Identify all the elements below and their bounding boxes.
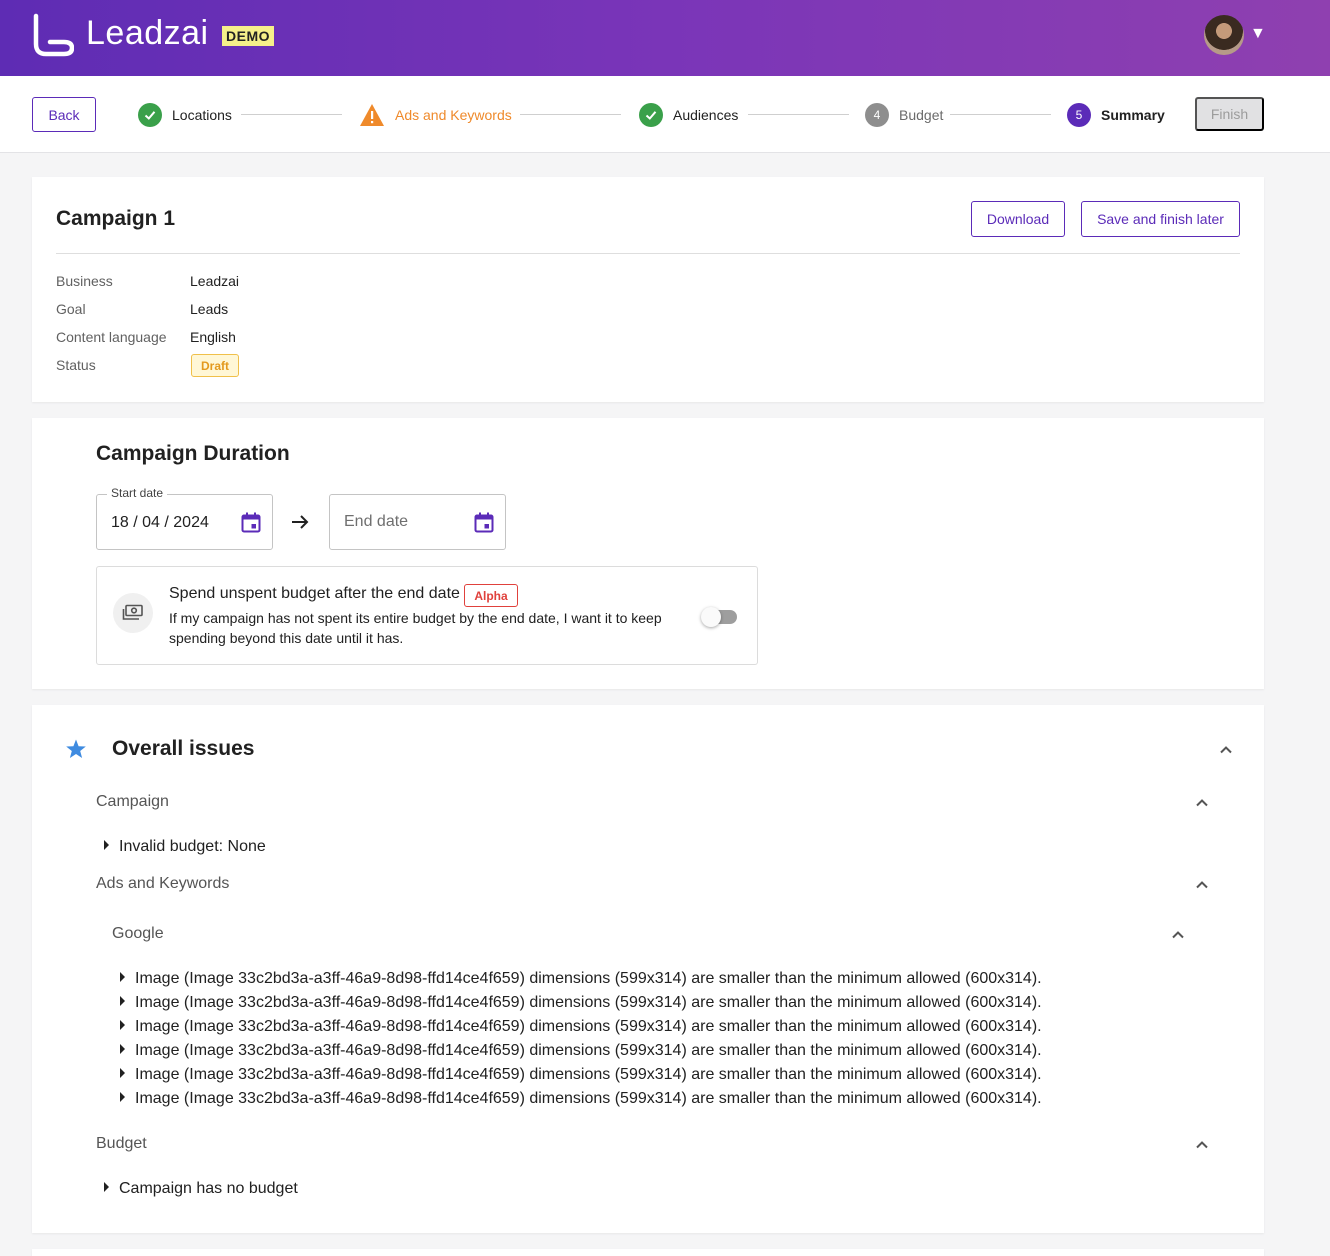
download-button[interactable]: Download: [971, 201, 1065, 237]
step-connector: [520, 114, 621, 115]
leadzai-logo-icon: [33, 13, 74, 57]
issue-item: Image (Image 33c2bd3a-a3ff-46a9-8d98-ffd…: [120, 1018, 1042, 1036]
start-date-value: 18 / 04 / 2024: [111, 514, 209, 531]
issue-item: Campaign has no budget: [104, 1180, 298, 1198]
caret-right-icon: [120, 1020, 125, 1030]
chevron-up-icon[interactable]: [1171, 930, 1185, 939]
goal-value: Leads: [190, 301, 229, 317]
issues-title: Overall issues: [112, 737, 255, 760]
check-icon: [639, 103, 663, 127]
issue-item: Image (Image 33c2bd3a-a3ff-46a9-8d98-ffd…: [120, 1066, 1042, 1084]
alpha-badge: Alpha: [464, 584, 518, 607]
step-budget[interactable]: 4 Budget: [865, 102, 943, 128]
issue-item: Image (Image 33c2bd3a-a3ff-46a9-8d98-ffd…: [120, 1090, 1042, 1108]
step-number: 5: [1067, 103, 1091, 127]
issue-item: Image (Image 33c2bd3a-a3ff-46a9-8d98-ffd…: [120, 1042, 1042, 1060]
step-locations[interactable]: Locations: [138, 102, 232, 128]
duration-title: Campaign Duration: [96, 442, 290, 465]
spend-title: Spend unspent budget after the end date: [169, 585, 460, 602]
check-icon: [138, 103, 162, 127]
step-label: Budget: [899, 107, 944, 123]
caret-right-icon: [104, 840, 109, 850]
step-label: Summary: [1101, 107, 1165, 123]
caret-right-icon: [120, 972, 125, 982]
calendar-icon[interactable]: [241, 512, 261, 533]
chevron-up-icon[interactable]: [1219, 745, 1233, 754]
step-audiences[interactable]: Audiences: [639, 102, 738, 128]
end-date-field[interactable]: End date: [329, 494, 506, 550]
end-date-placeholder: End date: [344, 513, 409, 530]
warning-icon: [360, 104, 384, 126]
start-date-label: Start date: [107, 486, 168, 500]
star-icon: [66, 739, 86, 758]
divider: [56, 253, 1240, 254]
budget-section-label: Budget: [96, 1135, 147, 1152]
spend-unspent-budget-option: Spend unspent budget after the end date …: [96, 566, 758, 665]
spend-toggle[interactable]: [701, 607, 721, 627]
caret-down-icon[interactable]: ▼: [1250, 25, 1266, 43]
finish-button[interactable]: Finish: [1195, 97, 1264, 131]
spend-description: If my campaign has not spent its entire …: [169, 610, 662, 646]
content-language-label: Content language: [56, 329, 167, 345]
chevron-up-icon[interactable]: [1195, 1140, 1209, 1149]
step-label: Ads and Keywords: [395, 107, 512, 123]
issue-item: Image (Image 33c2bd3a-a3ff-46a9-8d98-ffd…: [120, 970, 1042, 988]
campaign-section-label: Campaign: [96, 793, 169, 810]
back-button[interactable]: Back: [32, 97, 96, 132]
campaign-summary-card: Campaign 1 Download Save and finish late…: [32, 177, 1264, 402]
step-connector: [241, 114, 342, 115]
caret-right-icon: [120, 1068, 125, 1078]
step-number: 4: [865, 103, 889, 127]
step-navigation: Back Locations Ads and Keywords Audience…: [0, 76, 1330, 153]
status-badge: Draft: [191, 354, 239, 377]
caret-right-icon: [120, 996, 125, 1006]
step-connector: [950, 114, 1051, 115]
caret-right-icon: [120, 1092, 125, 1102]
step-label: Audiences: [673, 107, 739, 123]
calendar-icon[interactable]: [474, 512, 494, 533]
start-date-field[interactable]: Start date 18 / 04 / 2024: [96, 486, 273, 550]
step-ads-keywords[interactable]: Ads and Keywords: [359, 102, 512, 128]
issue-item: Image (Image 33c2bd3a-a3ff-46a9-8d98-ffd…: [120, 994, 1042, 1012]
step-label: Locations: [172, 107, 232, 123]
goal-label: Goal: [56, 301, 86, 317]
google-section-label: Google: [112, 925, 164, 942]
status-label: Status: [56, 357, 96, 373]
step-connector: [748, 114, 849, 115]
caret-right-icon: [120, 1044, 125, 1054]
ads-keywords-section-label: Ads and Keywords: [96, 875, 230, 892]
save-finish-later-button[interactable]: Save and finish later: [1081, 201, 1240, 237]
business-value: Leadzai: [190, 273, 240, 289]
overall-issues-card: Overall issues Campaign Invalid budget: …: [32, 705, 1264, 1233]
step-summary[interactable]: 5 Summary: [1067, 102, 1165, 128]
campaign-title: Campaign 1: [56, 207, 176, 230]
next-card: [32, 1249, 1264, 1256]
content-language-value: English: [190, 329, 236, 345]
demo-badge: DEMO: [222, 26, 274, 46]
arrow-right-icon: [292, 515, 309, 529]
brand-name: Leadzai: [86, 14, 209, 52]
campaign-duration-card: Campaign Duration Start date 18 / 04 / 2…: [32, 418, 1264, 689]
chevron-up-icon[interactable]: [1195, 880, 1209, 889]
top-bar: Leadzai DEMO ▼: [0, 0, 1330, 76]
caret-right-icon: [104, 1182, 109, 1192]
issue-item: Invalid budget: None: [104, 838, 266, 856]
business-label: Business: [56, 273, 113, 289]
user-avatar[interactable]: [1204, 15, 1244, 55]
money-icon: [113, 593, 153, 633]
chevron-up-icon[interactable]: [1195, 798, 1209, 807]
